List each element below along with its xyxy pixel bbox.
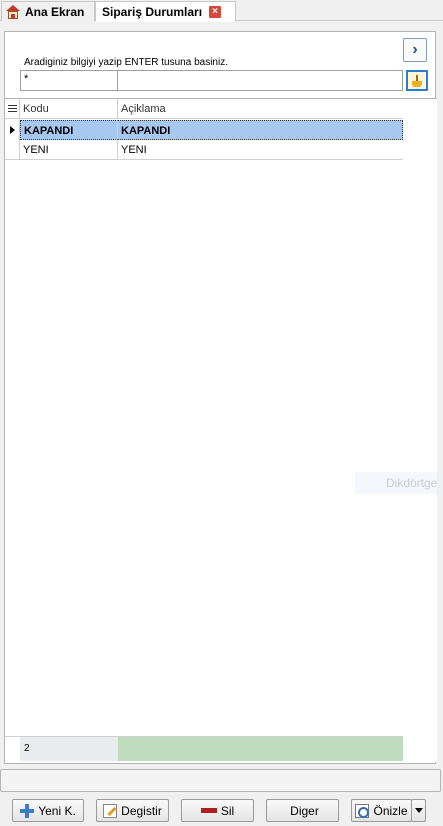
search-hint: Aradiginiz bilgiyi yazip ENTER tusuna ba…: [24, 57, 228, 68]
cell-aciklama[interactable]: KAPANDI: [118, 120, 403, 140]
row-indicator: [5, 140, 20, 160]
delete-label: Sil: [220, 803, 235, 818]
cell-aciklama[interactable]: YENI: [118, 140, 403, 160]
search-description-input[interactable]: [118, 70, 403, 91]
pencil-icon: [103, 803, 118, 818]
list-icon: [7, 105, 17, 113]
row-indicator: [5, 120, 20, 140]
other-button[interactable]: Diger: [266, 799, 339, 822]
search-code-input[interactable]: *: [20, 70, 118, 91]
search-row: *: [20, 70, 428, 91]
tab-ana-ekran[interactable]: Ana Ekran: [1, 1, 95, 21]
other-label: Diger: [290, 803, 319, 818]
column-chooser-button[interactable]: [5, 99, 20, 119]
new-record-label: Yeni K.: [38, 803, 76, 818]
broom-icon: [412, 74, 422, 87]
current-row-arrow-icon: [9, 126, 15, 134]
watermark-label: Dikdörtgen: [355, 472, 437, 494]
preview-label: Önizle: [373, 803, 408, 818]
tab-siparis-durumlari[interactable]: Sipariş Durumları ×: [95, 1, 236, 22]
table-row[interactable]: KAPANDI KAPANDI: [5, 120, 403, 140]
edit-label: Degistir: [121, 803, 162, 818]
next-button[interactable]: ›: [403, 38, 427, 62]
preview-button[interactable]: Önizle: [351, 799, 412, 822]
tab-bar: Ana Ekran Sipariş Durumları ×: [0, 0, 443, 22]
column-header-kodu[interactable]: Kodu: [20, 99, 118, 119]
preview-dropdown-button[interactable]: [411, 799, 426, 822]
cell-kodu[interactable]: KAPANDI: [20, 120, 118, 140]
status-bar: [0, 769, 441, 792]
delete-button[interactable]: Sil: [181, 799, 254, 822]
table-row[interactable]: YENI YENI: [5, 140, 403, 160]
chevron-right-icon: ›: [412, 41, 418, 58]
chevron-down-icon: [414, 808, 423, 813]
cell-kodu[interactable]: YENI: [20, 140, 118, 160]
record-count: 2: [20, 737, 118, 761]
tab-ana-ekran-label: Ana Ekran: [25, 4, 85, 19]
minus-icon: [200, 808, 217, 813]
home-icon: [6, 4, 20, 19]
main-panel: › Aradiginiz bilgiyi yazip ENTER tusuna …: [4, 31, 437, 764]
tab-siparis-durumlari-label: Sipariş Durumları: [102, 4, 203, 19]
preview-icon: [355, 803, 370, 818]
plus-icon: [20, 803, 35, 818]
column-header-aciklama[interactable]: Açiklama: [118, 99, 403, 119]
close-tab-icon[interactable]: ×: [209, 5, 222, 18]
grid-header: Kodu Açiklama: [5, 99, 403, 119]
edit-button[interactable]: Degistir: [96, 799, 169, 822]
footer-summary-cell: [118, 737, 403, 761]
clear-search-button[interactable]: [406, 70, 428, 91]
grid-footer: 2: [5, 736, 403, 761]
data-grid: Kodu Açiklama KAPANDI KAPANDI YENI YENI …: [5, 98, 437, 762]
new-record-button[interactable]: Yeni K.: [12, 799, 84, 822]
